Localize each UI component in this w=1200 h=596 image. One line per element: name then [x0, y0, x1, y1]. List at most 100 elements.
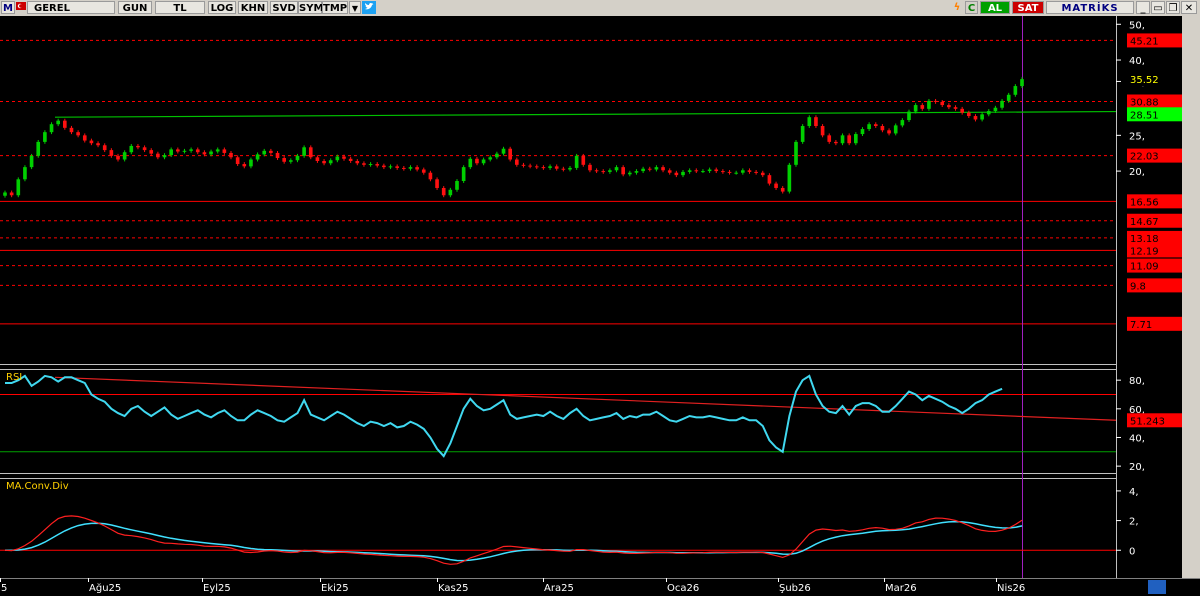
candle — [574, 155, 579, 168]
candle — [741, 170, 745, 173]
candle — [867, 124, 871, 130]
candle — [515, 159, 519, 165]
candle — [594, 170, 599, 172]
sell-button[interactable]: SAT — [1012, 1, 1044, 14]
refresh-icon[interactable]: C — [965, 1, 978, 14]
candle — [873, 124, 878, 127]
candle — [1000, 100, 1004, 108]
candle — [774, 183, 778, 188]
candle — [322, 161, 326, 164]
candle — [156, 153, 160, 158]
candle — [707, 169, 712, 172]
candle — [36, 141, 41, 156]
x-tick-label: Kas25 — [438, 583, 468, 594]
candle — [807, 117, 812, 127]
candle — [56, 120, 60, 125]
khn-button[interactable]: KHN — [238, 1, 268, 14]
x-tick-label: Eyl25 — [203, 583, 231, 594]
candle — [335, 156, 340, 161]
candle — [282, 158, 286, 162]
split-icon[interactable]: ▭ — [1151, 1, 1165, 14]
candle — [993, 107, 998, 112]
currency-button[interactable]: TL — [155, 1, 205, 14]
candle — [388, 166, 393, 168]
candle — [528, 165, 532, 167]
candle — [714, 169, 719, 172]
candle — [820, 126, 825, 136]
sym-button[interactable]: SYM — [298, 1, 323, 14]
candle — [102, 145, 107, 151]
price-tick-label: 50, — [1129, 20, 1145, 31]
candle — [554, 166, 559, 169]
candle — [760, 172, 765, 176]
period-button[interactable]: GUN — [118, 1, 152, 14]
candle — [448, 189, 453, 196]
lightning-icon[interactable]: ϟ — [951, 1, 963, 14]
candle — [23, 167, 27, 180]
candle — [455, 181, 459, 190]
candle — [229, 152, 233, 158]
candle — [402, 167, 406, 169]
x-tick-label: Eki25 — [321, 583, 349, 594]
candle — [854, 134, 858, 144]
candle — [920, 105, 925, 109]
x-tick-label: Nis26 — [997, 583, 1025, 594]
buy-button[interactable]: AL — [980, 1, 1010, 14]
candle — [967, 112, 971, 117]
candle — [488, 157, 493, 160]
candle — [860, 129, 865, 135]
candle — [3, 192, 7, 196]
candle — [461, 167, 466, 182]
candle — [1006, 94, 1011, 101]
candle — [980, 114, 984, 120]
candle — [82, 135, 87, 141]
candle — [940, 101, 945, 106]
candle — [541, 167, 546, 169]
chart-canvas[interactable]: RSI MA.Conv.Div 50,40,35,25,20,45.2135.5… — [0, 16, 1200, 596]
candle — [149, 150, 154, 154]
x-tick-label: 5 — [1, 583, 7, 594]
log-button[interactable]: LOG — [208, 1, 236, 14]
candle — [794, 141, 798, 165]
candle — [568, 167, 572, 170]
brand-label: MATRİKS — [1046, 1, 1134, 14]
price-label-text: 16.56 — [1130, 197, 1159, 208]
price-tick-label: 40, — [1129, 56, 1145, 67]
symbol-flag-icon — [16, 1, 26, 14]
candle — [754, 171, 758, 173]
price-tick-label: 20, — [1129, 167, 1145, 178]
candle — [734, 172, 738, 174]
price-label-text: 14.67 — [1130, 217, 1159, 228]
restore-icon[interactable]: ❐ — [1166, 1, 1180, 14]
candle — [887, 130, 891, 134]
candle — [947, 105, 951, 108]
candle — [328, 160, 333, 164]
candle — [780, 187, 785, 192]
svd-button[interactable]: SVD — [270, 1, 298, 14]
candle — [315, 157, 320, 162]
candle — [521, 164, 526, 166]
price-label-text: 12.19 — [1130, 246, 1159, 257]
candle — [235, 157, 240, 165]
symbol-field[interactable]: GEREL — [27, 1, 115, 14]
candle — [986, 111, 991, 115]
candle — [302, 147, 306, 156]
dropdown-arrow-icon[interactable]: ▼ — [349, 1, 361, 14]
candle — [893, 125, 898, 134]
candle — [362, 163, 366, 165]
rsi-title: RSI — [6, 372, 22, 383]
price-label-text: 9.8 — [1130, 281, 1146, 292]
candle — [661, 167, 665, 171]
candle — [195, 149, 200, 153]
candle — [49, 124, 54, 133]
candle — [348, 158, 353, 162]
candle — [162, 155, 167, 158]
tmp-button[interactable]: TMP — [322, 1, 348, 14]
candle — [415, 167, 419, 170]
twitter-icon[interactable] — [362, 1, 376, 14]
close-icon[interactable]: ✕ — [1181, 1, 1197, 14]
candle — [701, 171, 705, 173]
minimize-icon[interactable]: _ — [1136, 1, 1150, 14]
price-label-text: 30.88 — [1130, 97, 1159, 108]
rsi-tick-label: 80, — [1129, 376, 1145, 387]
